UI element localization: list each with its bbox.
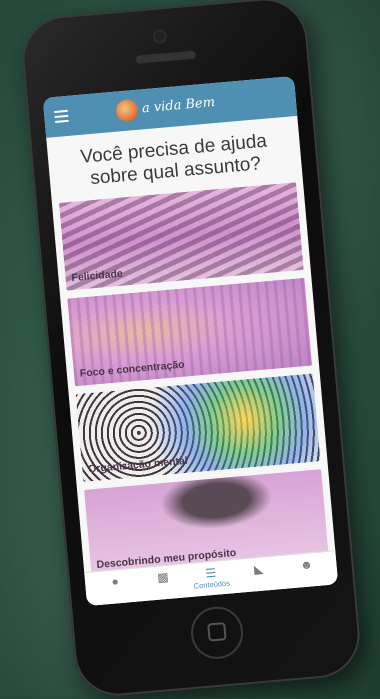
chart-icon: ◣ [253,561,264,577]
nav-chart[interactable]: ◣ [238,560,280,591]
profile-icon: ☻ [299,557,314,573]
topic-card-organizacao[interactable]: Organização mental [75,373,321,482]
app-bar: a vida Bem [42,76,298,138]
nav-people[interactable]: ▩ [142,569,184,600]
people-icon: ▩ [156,569,170,585]
home-button[interactable] [188,604,246,661]
front-camera [154,31,166,42]
nav-chat[interactable]: ● [95,573,137,604]
phone-screen: a vida Bem Você precisa de ajuda sobre q… [42,76,339,607]
logo-mark-icon [115,98,140,123]
topic-list: Felicidade Foco e concentração Organizaç… [58,182,330,585]
logo-text: a vida Bem [141,95,216,117]
topic-card-felicidade[interactable]: Felicidade [58,182,304,291]
page-heading: Você precisa de ajuda sobre qual assunto… [79,130,268,190]
topic-card-foco[interactable]: Foco e concentração [67,277,313,387]
hamburger-menu-icon[interactable] [53,109,69,124]
nav-profile[interactable]: ☻ [286,556,328,587]
nav-conteudos-label: Conteúdos [193,578,231,591]
app-logo: a vida Bem [115,90,227,123]
chat-icon: ● [110,574,120,589]
earpiece-speaker [135,50,196,64]
nav-conteudos[interactable]: ☰ Conteúdos [190,564,232,595]
phone-frame: a vida Bem Você precisa de ajuda sobre q… [18,0,364,699]
